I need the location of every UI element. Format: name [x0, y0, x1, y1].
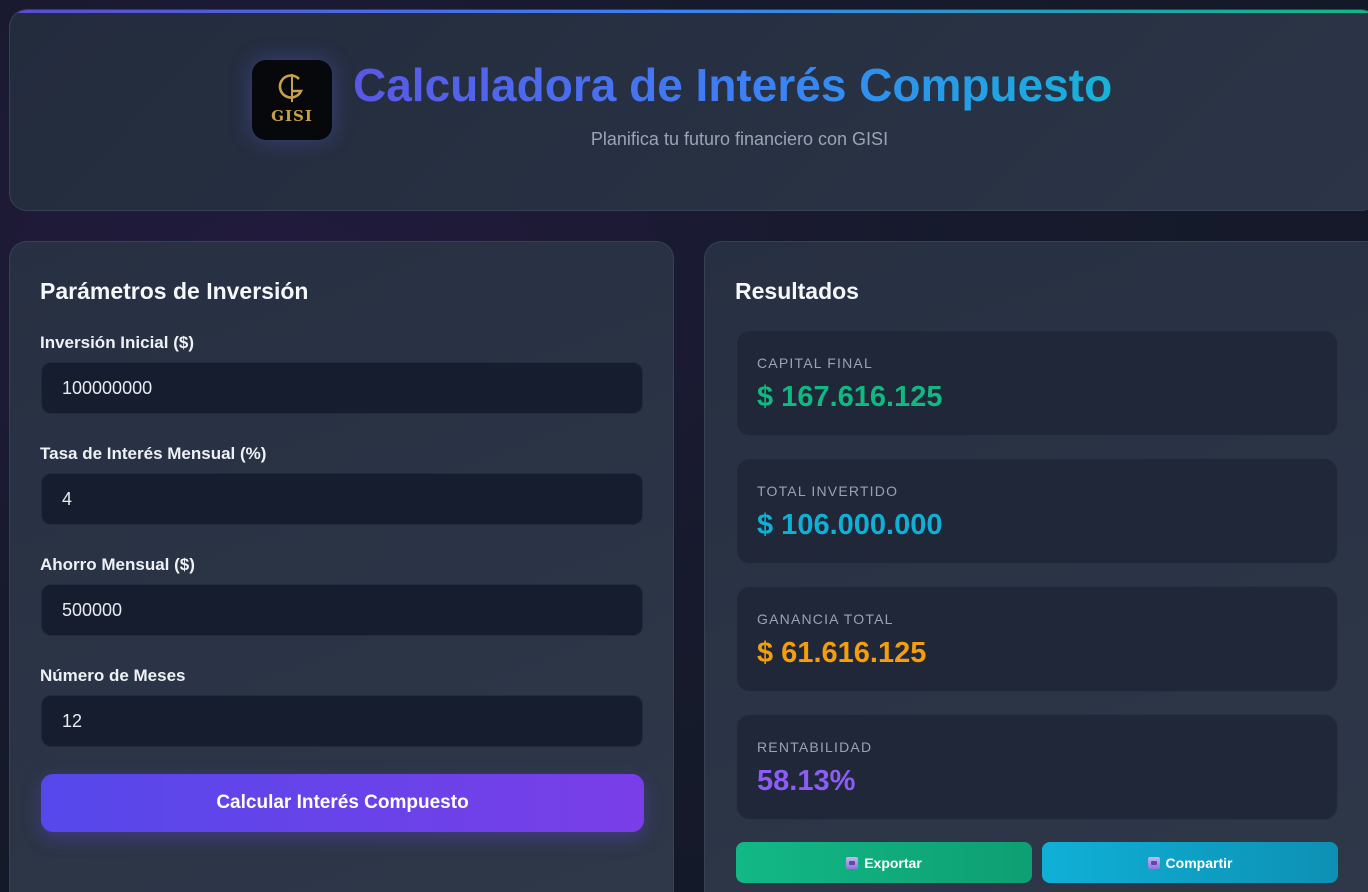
interest-rate-label: Tasa de Interés Mensual (%): [40, 444, 267, 463]
results-title: Resultados: [735, 278, 859, 304]
result-value: $ 106.000.000: [757, 509, 943, 541]
export-label: Exportar: [864, 854, 922, 871]
share-icon: [1147, 856, 1160, 869]
result-card-total-gain: GANANCIA TOTAL $ 61.616.125: [736, 586, 1338, 692]
export-button[interactable]: Exportar: [736, 842, 1032, 883]
header-card: GISI Calculadora de Interés Compuesto Pl…: [9, 9, 1368, 211]
page: GISI Calculadora de Interés Compuesto Pl…: [0, 0, 1368, 892]
logo-text: GISI: [271, 106, 313, 125]
months-label: Número de Meses: [40, 666, 186, 685]
monthly-saving-input[interactable]: [41, 584, 643, 636]
result-card-total-invested: TOTAL INVERTIDO $ 106.000.000: [736, 458, 1338, 564]
result-label: GANANCIA TOTAL: [757, 611, 894, 627]
monthly-saving-label: Ahorro Mensual ($): [40, 555, 195, 574]
months-input[interactable]: [41, 695, 643, 747]
calculate-button[interactable]: Calcular Interés Compuesto: [41, 774, 644, 832]
logo-mark-icon: [278, 73, 304, 102]
result-label: RENTABILIDAD: [757, 739, 873, 755]
result-value: $ 61.616.125: [757, 637, 927, 669]
page-title: Calculadora de Interés Compuesto: [353, 59, 1113, 111]
share-label: Compartir: [1165, 854, 1233, 871]
results-panel: Resultados CAPITAL FINAL $ 167.616.125 T…: [704, 241, 1368, 892]
params-title: Parámetros de Inversión: [40, 278, 309, 304]
result-value: 58.13%: [757, 765, 856, 797]
gisi-logo: GISI: [252, 60, 332, 140]
export-icon: [846, 856, 859, 869]
page-subtitle: Planifica tu futuro financiero con GISI: [590, 129, 889, 149]
initial-investment-input[interactable]: [41, 362, 643, 414]
share-button[interactable]: Compartir: [1042, 842, 1338, 883]
result-card-final-capital: CAPITAL FINAL $ 167.616.125: [736, 330, 1338, 436]
params-panel: Parámetros de Inversión Inversión Inicia…: [9, 241, 674, 892]
result-card-profitability: RENTABILIDAD 58.13%: [736, 714, 1338, 820]
result-label: CAPITAL FINAL: [757, 355, 873, 371]
result-value: $ 167.616.125: [757, 381, 943, 413]
interest-rate-input[interactable]: [41, 473, 643, 525]
initial-investment-label: Inversión Inicial ($): [40, 333, 194, 352]
result-label: TOTAL INVERTIDO: [757, 483, 899, 499]
